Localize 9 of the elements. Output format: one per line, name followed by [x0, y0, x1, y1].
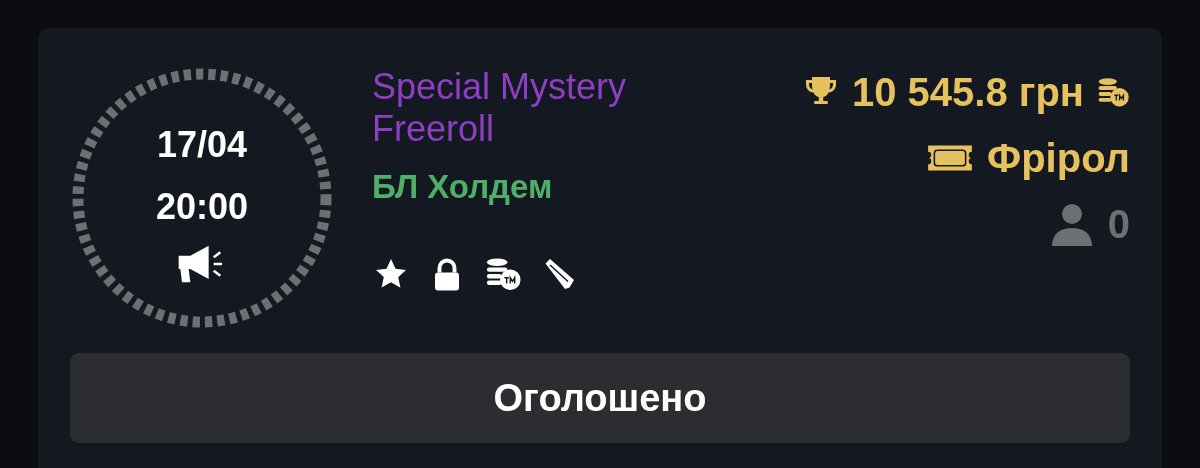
player-count: 0: [1107, 201, 1130, 247]
prize-amount: 10 545.8 грн: [851, 69, 1084, 115]
coins-icon: [1096, 76, 1130, 108]
game-type: БЛ Холдем: [372, 168, 554, 206]
start-time: 20:00: [155, 185, 249, 229]
buy-in-type: Фрірол: [987, 135, 1130, 181]
start-date: 17/04: [156, 123, 248, 167]
tournament-title: Special Mystery Freeroll: [372, 66, 628, 150]
status-button[interactable]: Оголошено: [70, 353, 1130, 443]
